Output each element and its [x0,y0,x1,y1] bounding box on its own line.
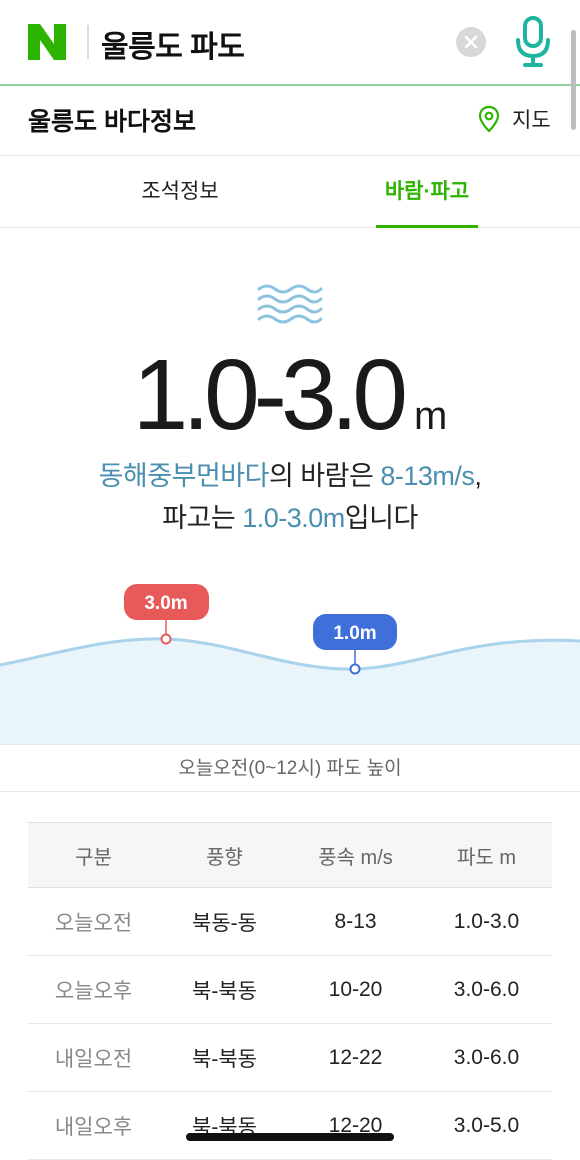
row-wind-speed: 12-22 [290,1023,421,1092]
location-pin-icon [478,105,500,133]
microphone-icon[interactable] [513,16,553,68]
search-query[interactable]: 울릉도 파도 [101,22,245,66]
active-tab-indicator [376,225,478,228]
row-wind-direction: 북-북동 [159,1023,290,1092]
table-row: 오늘오후 북-북동 10-20 3.0-6.0 [28,955,552,1024]
waves-icon [257,284,323,324]
max-label: 3.0m [144,593,187,614]
header-period: 구분 [28,822,159,888]
map-link[interactable]: 지도 [478,104,551,134]
table-row: 내일오전 북-북동 12-22 3.0-6.0 [28,1023,552,1092]
row-wind-speed: 8-13 [290,887,421,956]
forecast-table: 구분 풍향 풍속 m/s 파도 m 오늘오전 북동-동 8-13 1.0-3.0… [28,822,552,1160]
header-wind-speed: 풍속 m/s [290,822,421,888]
min-point [349,663,361,675]
sea-area-link[interactable]: 동해중부먼바다 [99,461,270,491]
row-period: 내일오전 [28,1023,159,1092]
home-indicator[interactable] [186,1133,394,1141]
wave-height-display: 1.0-3.0 m [0,338,580,453]
tab-wind-wave[interactable]: 바람·파고 [376,156,478,228]
table-row: 오늘오전 북동-동 8-13 1.0-3.0 [28,887,552,956]
clear-search-button[interactable] [456,27,486,57]
row-wind-speed: 10-20 [290,955,421,1024]
chart-caption: 오늘오전(0~12시) 파도 높이 [0,744,580,792]
wave-height-unit: m [414,394,448,438]
wave-area [0,638,580,745]
row-wave-height: 3.0-6.0 [421,955,552,1024]
clear-icon [464,35,478,49]
wave-height-value: 1.0-3.0 [132,339,408,451]
summary-text-1: 의 바람은 [268,461,381,491]
summary-text-2: , [474,461,482,491]
page-title: 울릉도 바다정보 [28,108,196,136]
row-wave-height: 3.0-5.0 [421,1091,552,1160]
table-header-row: 구분 풍향 풍속 m/s 파도 m [28,822,552,888]
row-wind-direction: 북-북동 [159,1091,290,1160]
wave-summary: 동해중부먼바다의 바람은 8-13m/s, 파고는 1.0-3.0m입니다 [0,455,580,539]
row-wind-speed: 12-20 [290,1091,421,1160]
row-period: 내일오후 [28,1091,159,1160]
wave-height-chart: 3.0m 1.0m [0,584,580,745]
row-wind-direction: 북-북동 [159,955,290,1024]
map-link-label: 지도 [512,109,551,132]
table-row: 내일오후 북-북동 12-20 3.0-5.0 [28,1091,552,1160]
header-wind-direction: 풍향 [159,822,290,888]
row-wave-height: 3.0-6.0 [421,1023,552,1092]
wave-height-inline: 1.0-3.0m [242,503,345,533]
summary-text-4: 입니다 [344,503,419,533]
wind-speed-value: 8-13m/s [380,461,475,491]
row-period: 오늘오전 [28,887,159,956]
row-period: 오늘오후 [28,955,159,1024]
row-wave-height: 1.0-3.0 [421,887,552,956]
summary-text-3: 파고는 [162,503,243,533]
max-point [160,633,172,645]
row-wind-direction: 북동-동 [159,887,290,956]
search-divider [87,25,89,59]
header-wave-height: 파도 m [421,822,552,888]
search-bar: 울릉도 파도 [0,0,580,130]
title-row: 울릉도 바다정보 지도 [0,86,580,156]
naver-logo[interactable] [28,24,66,60]
min-label: 1.0m [333,623,376,644]
tab-bar: 조석정보 바람·파고 [0,156,580,228]
tab-tide-info[interactable]: 조석정보 [90,156,270,228]
